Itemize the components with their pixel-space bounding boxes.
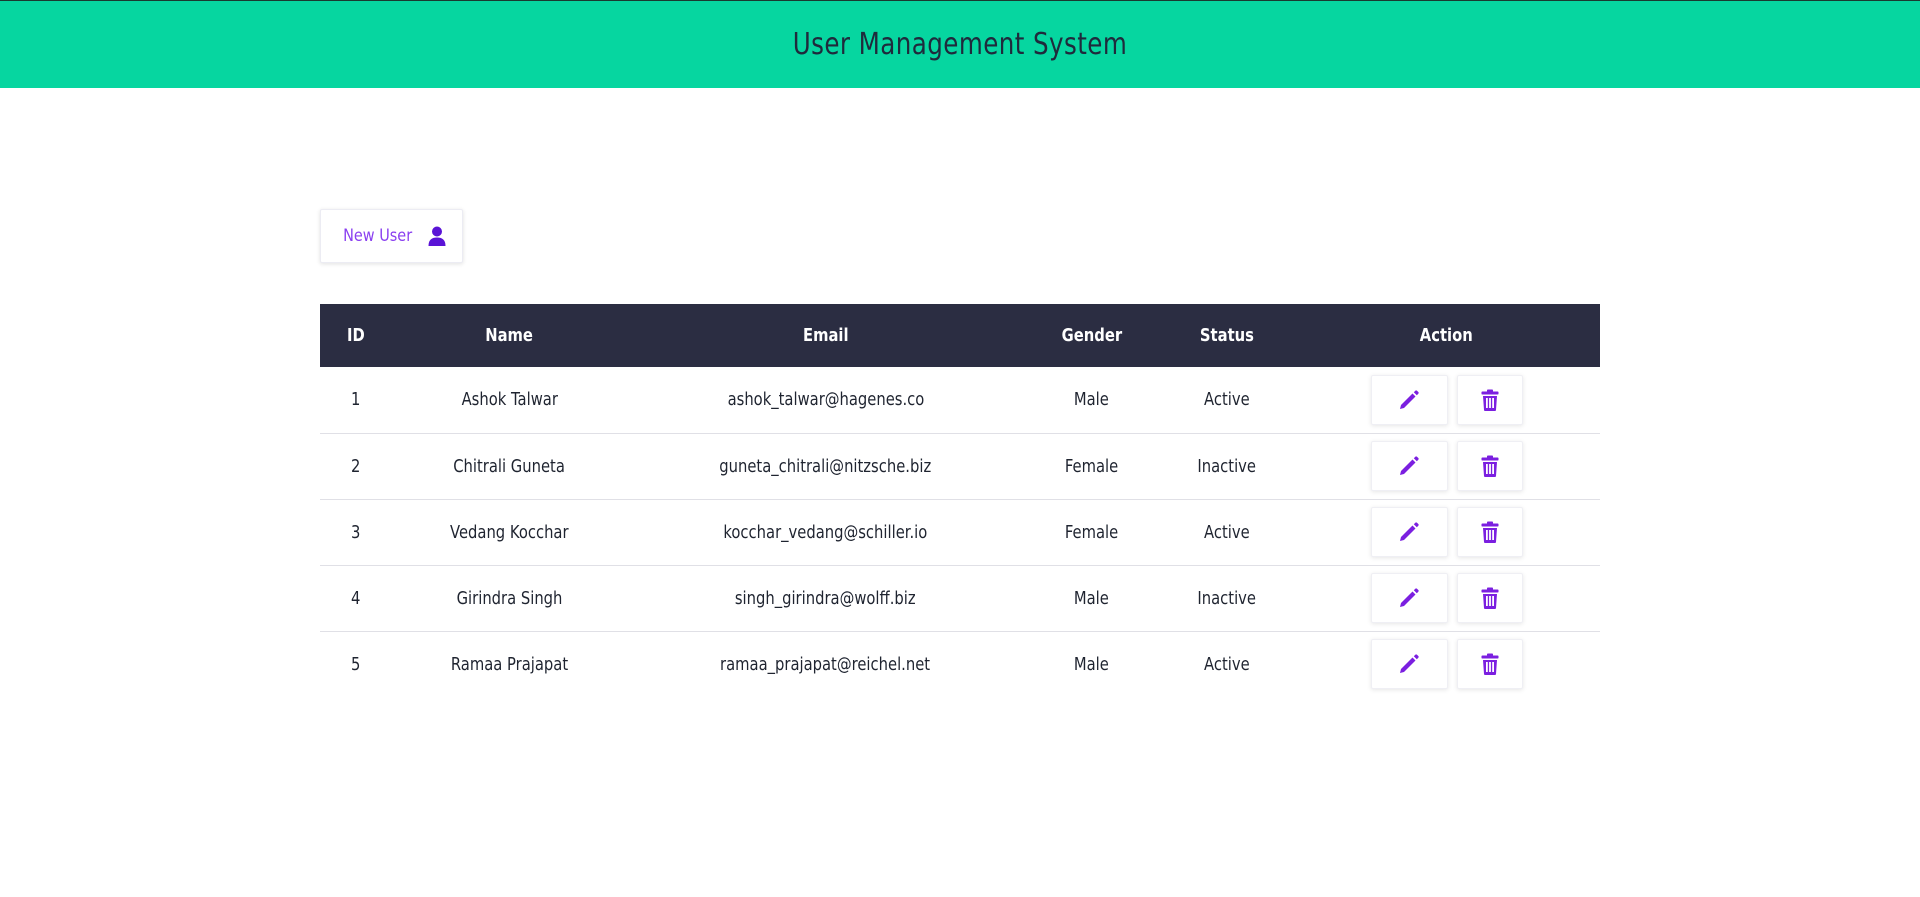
- cell-name: Chitrali Guneta: [453, 455, 566, 477]
- cell-status: Active: [1203, 653, 1250, 675]
- column-header-email: Email: [802, 325, 849, 346]
- cell-gender: Female: [1064, 455, 1119, 477]
- cell-email: guneta_chitrali@nitzsche.biz: [719, 455, 932, 477]
- delete-button[interactable]: [1456, 441, 1523, 491]
- delete-button[interactable]: [1456, 507, 1523, 557]
- cell-name: Girindra Singh: [456, 587, 563, 609]
- column-header-gender: Gender: [1061, 325, 1122, 346]
- table-row: 2 Chitrali Guneta guneta_chitrali@nitzsc…: [320, 433, 1600, 499]
- cell-action: [1293, 631, 1600, 697]
- table-row: 4 Girindra Singh singh_girindra@wolff.bi…: [320, 565, 1600, 631]
- delete-button[interactable]: [1456, 573, 1523, 623]
- cell-status: Inactive: [1197, 455, 1256, 477]
- trash-icon: [1481, 653, 1499, 676]
- cell-email: ramaa_prajapat@reichel.net: [720, 653, 931, 675]
- app-header: User Management System: [0, 0, 1920, 88]
- table-row: 5 Ramaa Prajapat ramaa_prajapat@reichel.…: [320, 631, 1600, 697]
- cell-action: [1293, 433, 1600, 499]
- table-header-row: ID Name Email Gender Status Action: [320, 304, 1600, 367]
- cell-gender: Male: [1074, 653, 1109, 675]
- new-user-button[interactable]: New User: [320, 209, 463, 263]
- cell-email: ashok_talwar@hagenes.co: [727, 389, 924, 411]
- cell-id: 4: [350, 587, 361, 609]
- trash-icon: [1481, 455, 1499, 477]
- cell-email: singh_girindra@wolff.biz: [735, 587, 916, 609]
- cell-id: 2: [350, 455, 361, 477]
- cell-gender: Male: [1074, 389, 1109, 411]
- cell-action: [1293, 367, 1600, 433]
- cell-id: 1: [350, 389, 361, 411]
- cell-status: Active: [1203, 389, 1250, 411]
- cell-name: Ashok Talwar: [461, 389, 558, 411]
- delete-button[interactable]: [1456, 374, 1523, 425]
- edit-button[interactable]: [1370, 507, 1448, 557]
- pencil-icon: [1398, 455, 1420, 477]
- table-row: 1 Ashok Talwar ashok_talwar@hagenes.co M…: [320, 367, 1600, 433]
- column-header-name: Name: [485, 325, 534, 346]
- cell-gender: Female: [1064, 521, 1119, 543]
- user-icon: [428, 226, 446, 246]
- edit-button[interactable]: [1370, 374, 1448, 425]
- edit-button[interactable]: [1370, 573, 1448, 623]
- cell-id: 3: [350, 521, 361, 543]
- pencil-icon: [1398, 653, 1420, 675]
- cell-action: [1293, 565, 1600, 631]
- column-header-action: Action: [1420, 325, 1473, 346]
- cell-name: Vedang Kocchar: [450, 521, 569, 543]
- cell-id: 5: [350, 653, 361, 675]
- trash-icon: [1481, 521, 1499, 543]
- cell-action: [1293, 499, 1600, 565]
- users-table: ID Name Email Gender Status Action 1 Ash…: [320, 304, 1600, 697]
- cell-status: Inactive: [1197, 587, 1256, 609]
- column-header-id: ID: [346, 325, 365, 346]
- column-header-status: Status: [1199, 325, 1254, 346]
- cell-status: Active: [1203, 521, 1250, 543]
- edit-button[interactable]: [1370, 639, 1448, 690]
- cell-gender: Male: [1074, 587, 1109, 609]
- table-row: 3 Vedang Kocchar kocchar_vedang@schiller…: [320, 499, 1600, 565]
- pencil-icon: [1398, 587, 1420, 609]
- trash-icon: [1481, 587, 1499, 609]
- page-title: User Management System: [792, 27, 1128, 62]
- pencil-icon: [1398, 521, 1420, 543]
- cell-email: kocchar_vedang@schiller.io: [723, 521, 928, 543]
- delete-button[interactable]: [1456, 639, 1523, 690]
- cell-name: Ramaa Prajapat: [450, 653, 569, 675]
- new-user-label: New User: [342, 226, 413, 246]
- trash-icon: [1481, 389, 1499, 411]
- pencil-icon: [1398, 389, 1420, 411]
- users-table-container: ID Name Email Gender Status Action 1 Ash…: [320, 304, 1600, 697]
- edit-button[interactable]: [1370, 441, 1448, 491]
